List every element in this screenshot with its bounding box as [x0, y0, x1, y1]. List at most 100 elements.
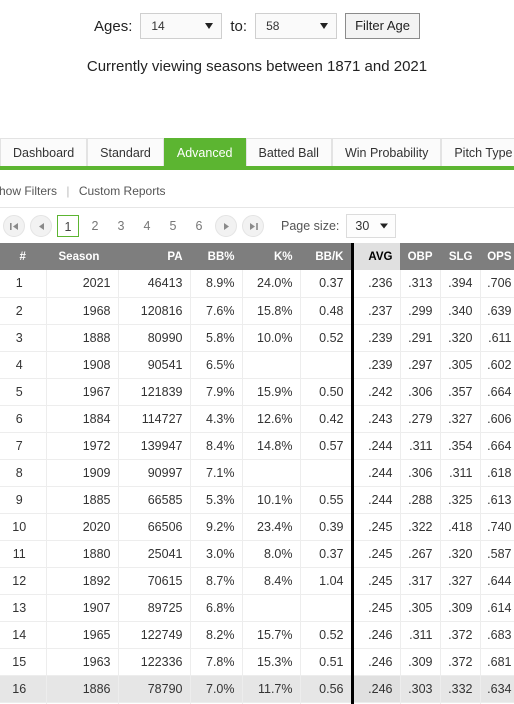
table-cell-slg: .325 — [440, 486, 481, 514]
col-header-rank[interactable]: # — [0, 243, 47, 270]
table-row[interactable]: 12021464138.9%24.0%0.37.236.313.394.706.… — [0, 270, 514, 298]
table-cell-avg: .239 — [350, 324, 401, 352]
table-cell-pa: 121839 — [118, 378, 191, 406]
table-cell-slg: .354 — [440, 432, 481, 460]
table-cell-obp: .267 — [400, 540, 441, 568]
table-cell-k — [242, 594, 301, 622]
table-cell-obp: .313 — [400, 270, 441, 298]
table-cell-season: 1972 — [46, 432, 119, 460]
table-cell-pa: 70615 — [118, 567, 191, 595]
table-cell-bb: 8.2% — [190, 621, 243, 649]
tab-win-probability[interactable]: Win Probability — [331, 138, 442, 166]
table-cell-pa: 90541 — [118, 351, 191, 379]
table-cell-season: 1884 — [46, 405, 119, 433]
table-cell-: 1 — [0, 270, 47, 298]
table-cell-ops: .639 — [480, 297, 514, 325]
table-cell-k: 12.6% — [242, 405, 301, 433]
next-page-icon[interactable] — [215, 215, 237, 237]
table-body: 12021464138.9%24.0%0.37.236.313.394.706.… — [0, 270, 514, 704]
age-to-select[interactable]: 58 — [255, 13, 338, 39]
first-page-icon[interactable] — [3, 215, 25, 237]
table-cell-k: 24.0% — [242, 270, 301, 298]
table-cell-season: 1885 — [46, 486, 119, 514]
table-cell-avg: .239 — [350, 351, 401, 379]
table-cell-season: 1892 — [46, 567, 119, 595]
filters-separator: | — [66, 183, 70, 198]
table-cell-slg: .394 — [440, 270, 481, 298]
page-button-2[interactable]: 2 — [85, 215, 105, 237]
table-cell-ops: .618 — [480, 459, 514, 487]
col-header-slg[interactable]: SLG — [440, 243, 481, 270]
table-row[interactable]: 2 1968 120816 7.6% 15.8% 0.48.237.299.340.639… — [0, 297, 514, 325]
tab-advanced[interactable]: Advanced — [163, 138, 246, 166]
tab-pitch-type[interactable]: Pitch Type — [441, 138, 514, 166]
tab-dashboard[interactable]: Dashboard — [0, 138, 88, 166]
table-cell-avg: .245 — [350, 513, 401, 541]
col-header-k-pct[interactable]: K% — [242, 243, 301, 270]
stats-leaderboard-page: Ages: 14 to: 58 Filter Age Currently vie… — [0, 0, 514, 704]
table-cell-pa: 139947 — [118, 432, 191, 460]
table-cell-season: 1888 — [46, 324, 119, 352]
last-page-icon[interactable] — [242, 215, 264, 237]
table-cell-bb: 4.3% — [190, 405, 243, 433]
currently-viewing-text: Currently viewing seasons between 1871 a… — [86, 58, 428, 75]
col-header-pa[interactable]: PA — [118, 243, 191, 270]
table-cell-pa: 120816 — [118, 297, 191, 325]
table-row[interactable]: 81909909977.1%.244.306.311.618.067 — [0, 459, 514, 487]
tab-standard[interactable]: Standard — [87, 138, 164, 166]
page-button-1[interactable]: 1 — [57, 215, 79, 237]
col-header-ops[interactable]: OPS — [480, 243, 514, 270]
page-button-3[interactable]: 3 — [111, 215, 131, 237]
table-row[interactable]: 111880250413.0%8.0%0.37.245.267.320.587.… — [0, 540, 514, 568]
table-row[interactable]: 131907897256.8%.245.305.309.614.064 — [0, 594, 514, 622]
prev-page-icon[interactable] — [30, 215, 52, 237]
table-cell-avg: .244 — [350, 459, 401, 487]
filter-age-button[interactable]: Filter Age — [345, 13, 420, 39]
table-cell-obp: .288 — [400, 486, 441, 514]
table-cell-obp: .311 — [400, 432, 441, 460]
table-cell-season: 1963 — [46, 648, 119, 676]
col-header-avg[interactable]: AVG — [350, 243, 401, 270]
table-row[interactable]: 16 1886 78790 7.0% 11.7% 0.56.246.303.332.634… — [0, 675, 514, 703]
table-cell-season: 2020 — [46, 513, 119, 541]
table-cell-bb: 8.9% — [190, 270, 243, 298]
custom-reports-link[interactable]: Custom Reports — [79, 184, 166, 198]
table-cell-avg: .246 — [350, 675, 401, 703]
table-row[interactable]: 14 1965 122749 8.2% 15.7% 0.52.246.311.372.68… — [0, 621, 514, 649]
page-button-4[interactable]: 4 — [137, 215, 157, 237]
col-header-bb-k[interactable]: BB/K — [300, 243, 353, 270]
table-row[interactable]: 6 1884 114727 4.3% 12.6% 0.42.243.279.327.606… — [0, 405, 514, 433]
table-row[interactable]: 121892706158.7%8.4%1.04.245.317.327.644.… — [0, 567, 514, 595]
page-button-5[interactable]: 5 — [163, 215, 183, 237]
table-cell-avg: .243 — [350, 405, 401, 433]
age-from-select[interactable]: 14 — [140, 13, 223, 39]
col-header-obp[interactable]: OBP — [400, 243, 441, 270]
table-cell-: 4 — [0, 351, 47, 379]
page-size-select[interactable]: 30 — [346, 214, 397, 238]
table-cell-season: 1886 — [46, 675, 119, 703]
table-cell-ops: .602 — [480, 351, 514, 379]
table-cell-ops: .664 — [480, 432, 514, 460]
table-cell-ops: .683 — [480, 621, 514, 649]
table-cell-obp: .317 — [400, 567, 441, 595]
table-cell-season: 2021 — [46, 270, 119, 298]
page-size-label: Page size: — [281, 219, 340, 233]
table-row[interactable]: 15 1963 122336 7.8% 15.3% 0.51.246.309.372.68… — [0, 648, 514, 676]
table-row[interactable]: 10 2020 66506 9.2% 23.4% 0.39.245.322.418.740… — [0, 513, 514, 541]
table-row[interactable]: 7 1972 139947 8.4% 14.8% 0.57.244.311.354.664… — [0, 432, 514, 460]
table-cell-avg: .237 — [350, 297, 401, 325]
tab-batted-ball[interactable]: Batted Ball — [245, 138, 332, 166]
table-row[interactable]: 41908905416.5%.239.297.305.602.066 — [0, 351, 514, 379]
table-cell-: 10 — [0, 513, 47, 541]
table-row[interactable]: 31888809905.8%10.0%0.52.239.291.320.611.… — [0, 324, 514, 352]
table-row[interactable]: 5 1967 121839 7.9% 15.9% 0.50.242.306.357.664… — [0, 378, 514, 406]
stats-table-container[interactable]: # Season PA BB% K% BB/K AVG OBP SLG OPS … — [0, 243, 514, 704]
page-button-6[interactable]: 6 — [189, 215, 209, 237]
col-header-bb-pct[interactable]: BB% — [190, 243, 243, 270]
table-cell-obp: .306 — [400, 459, 441, 487]
table-cell-bb-k: 0.52 — [300, 324, 353, 352]
show-filters-link[interactable]: Show Filters — [0, 184, 57, 198]
table-cell-avg: .246 — [350, 621, 401, 649]
table-row[interactable]: 91885665855.3%10.1%0.55.244.288.325.613.… — [0, 486, 514, 514]
col-header-season[interactable]: Season — [46, 243, 119, 270]
